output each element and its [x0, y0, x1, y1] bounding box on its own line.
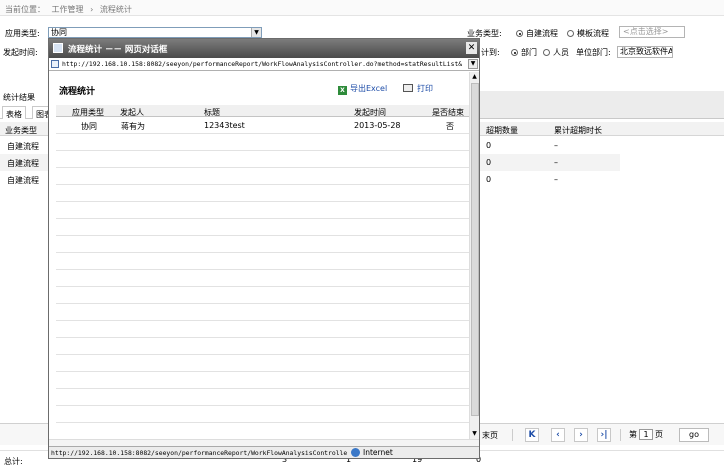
tab-table[interactable]: 表格	[2, 106, 26, 119]
start-time-label: 发起时间:	[3, 48, 38, 57]
unit-dept-label: 单位部门:	[576, 48, 611, 57]
total-label: 总计:	[4, 457, 23, 466]
page-number-input[interactable]: 1	[639, 429, 653, 440]
table-row-empty	[56, 134, 469, 151]
scroll-down-icon[interactable]: ▼	[470, 429, 479, 439]
next-page-button[interactable]: ›	[574, 428, 588, 442]
radio-icon[interactable]	[543, 49, 550, 56]
page-indicator: 第1页	[629, 429, 663, 440]
go-button[interactable]: go	[679, 428, 709, 442]
table-row-empty	[56, 185, 469, 202]
last-page-button[interactable]: ›|	[597, 428, 611, 442]
prev-page-button[interactable]: ‹	[551, 428, 565, 442]
table-row-empty	[56, 423, 469, 439]
table-row-empty	[56, 270, 469, 287]
first-page-button[interactable]: K	[525, 428, 539, 442]
radio-icon[interactable]	[511, 49, 518, 56]
breadcrumb: 当前位置： 工作管理 › 流程统计	[0, 0, 724, 16]
table-row-empty	[56, 151, 469, 168]
status-bar: http://192.168.10.158:8082/seeyon/perfor…	[49, 446, 479, 458]
biz-type-radio-custom[interactable]: 自建流程	[516, 28, 558, 39]
table-row-empty	[56, 406, 469, 423]
table-row-empty	[56, 287, 469, 304]
export-excel-button[interactable]: X 导出Excel	[338, 83, 387, 95]
table-row-empty	[56, 168, 469, 185]
app-type-label: 应用类型:	[5, 29, 40, 38]
breadcrumb-separator: ›	[90, 5, 94, 14]
excel-icon: X	[338, 86, 347, 95]
status-url: http://192.168.10.158:8082/seeyon/perfor…	[51, 449, 347, 457]
results-title: 统计结果	[3, 93, 35, 102]
chevron-down-icon[interactable]: ▼	[468, 59, 478, 69]
app-type-value: 协同	[51, 28, 67, 37]
printer-icon	[403, 84, 413, 92]
radio-icon[interactable]	[567, 30, 574, 37]
separator	[512, 429, 513, 441]
page-icon	[51, 60, 59, 68]
column-header-overdue-total[interactable]: 累计超期时长	[554, 125, 602, 136]
web-dialog: 流程统计 －－ 网页对话框 ✕ http://192.168.10.158:80…	[48, 38, 480, 459]
breadcrumb-label: 当前位置：	[5, 5, 45, 14]
table-row-empty	[56, 338, 469, 355]
stat-to-radio-dept[interactable]: 部门	[511, 47, 537, 58]
scroll-up-icon[interactable]: ▲	[470, 72, 479, 82]
table-row-empty	[56, 219, 469, 236]
page-icon	[53, 43, 63, 53]
table-row-empty	[56, 355, 469, 372]
report-table: 应用类型 发起人 标题 发起时间 是否结束 协同 蒋有为 12343test 2…	[56, 105, 469, 439]
vertical-scrollbar[interactable]: ▲ ▼	[469, 72, 479, 439]
unit-dept-input[interactable]: 北京致远软件A(	[617, 46, 673, 58]
column-header-biz-type[interactable]: 业务类型	[5, 125, 37, 136]
print-button[interactable]: 打印	[403, 83, 433, 94]
table-row[interactable]: 协同 蒋有为 12343test 2013-05-28 否	[56, 117, 469, 134]
address-text[interactable]: http://192.168.10.158:8082/seeyon/perfor…	[62, 60, 464, 68]
table-row-empty	[56, 202, 469, 219]
stat-to-label: 计到:	[481, 48, 500, 57]
radio-icon[interactable]	[516, 30, 523, 37]
last-page-label[interactable]: 末页	[482, 430, 498, 441]
report-table-header: 应用类型 发起人 标题 发起时间 是否结束	[56, 105, 469, 117]
table-row-empty	[56, 236, 469, 253]
table-row-empty	[56, 321, 469, 338]
address-bar[interactable]: http://192.168.10.158:8082/seeyon/perfor…	[49, 58, 479, 71]
biz-type-radio-template[interactable]: 模板流程	[567, 28, 609, 39]
close-icon[interactable]: ✕	[466, 42, 477, 54]
horizontal-scrollbar[interactable]	[49, 439, 479, 446]
globe-icon	[351, 448, 360, 457]
report-title: 流程统计	[59, 87, 96, 97]
app-type-select[interactable]: 协同 ▼	[48, 27, 262, 38]
scrollbar-thumb[interactable]	[471, 83, 479, 416]
dialog-titlebar[interactable]: 流程统计 －－ 网页对话框 ✕	[49, 39, 479, 58]
table-row-empty	[56, 304, 469, 321]
breadcrumb-item[interactable]: 流程统计	[100, 5, 132, 14]
separator	[620, 429, 621, 441]
dialog-title: 流程统计 －－ 网页对话框	[68, 45, 168, 55]
dialog-content: 流程统计 X 导出Excel 打印 应用类型 发起人 标题 发起时间 是否结束 协…	[49, 72, 469, 439]
table-row-empty	[56, 372, 469, 389]
breadcrumb-item[interactable]: 工作管理	[52, 5, 84, 14]
table-row-empty	[56, 253, 469, 270]
table-row-empty	[56, 389, 469, 406]
stat-to-radio-person[interactable]: 人员	[543, 47, 569, 58]
template-chooser-input[interactable]: <点击选择>	[619, 26, 685, 38]
security-zone: Internet	[351, 448, 393, 457]
column-header-overdue-count[interactable]: 超期数量	[486, 125, 518, 136]
chevron-down-icon[interactable]: ▼	[251, 28, 261, 37]
